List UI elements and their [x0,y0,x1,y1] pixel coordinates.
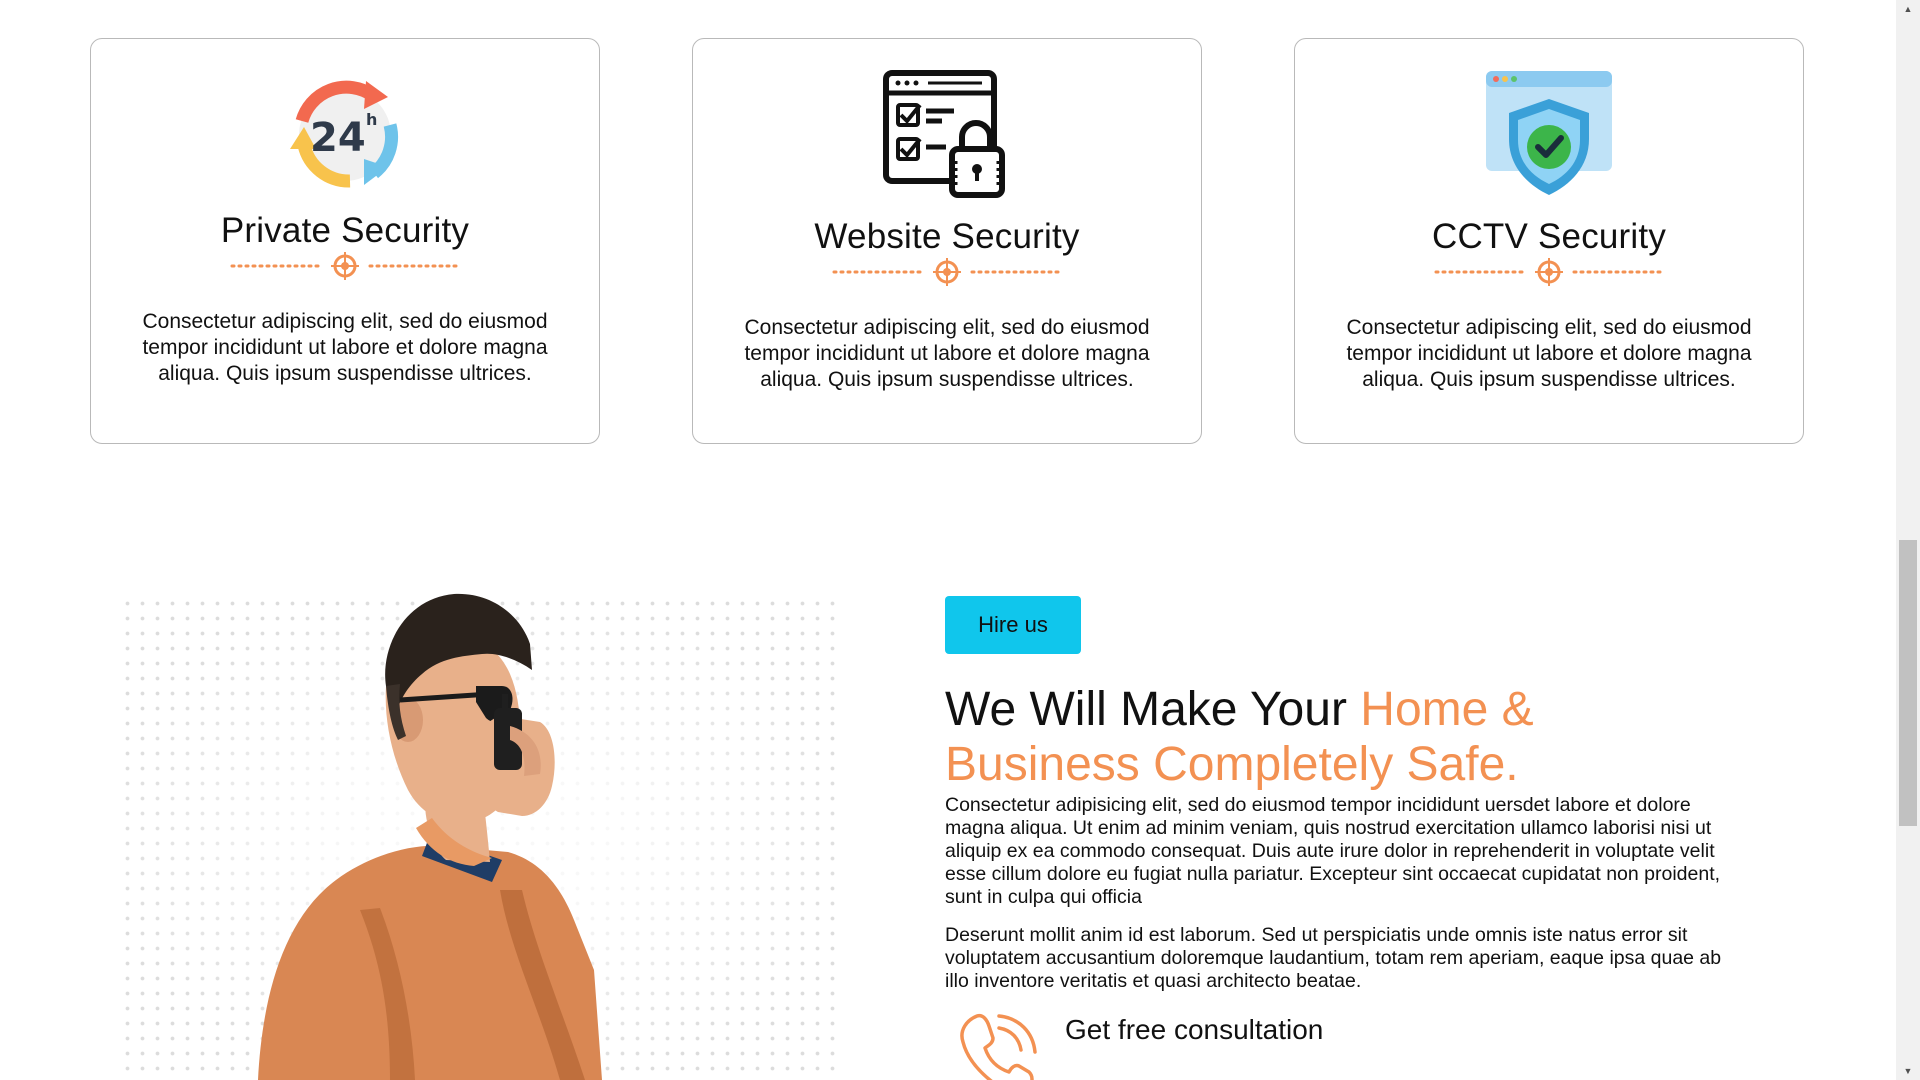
body-paragraph: Consectetur adipisicing elit, sed do eiu… [945,794,1721,908]
service-title: Website Security [814,217,1080,256]
service-description: Consectetur adipiscing elit, sed do eius… [1346,316,1752,391]
service-title: CCTV Security [1431,217,1667,256]
service-description: Consectetur adipiscing elit, sed do eius… [142,310,548,385]
svg-text:24: 24 [310,115,366,161]
service-card-website-security: Website Security Consectetur adipiscing … [692,38,1202,444]
crosshair-divider-icon [1434,258,1664,286]
body-paragraph: Deserunt mollit anim id est laborum. Sed… [945,924,1722,992]
hire-us-button[interactable]: Hire us [945,596,1081,654]
service-card-private-security: 24 h Private Security Consectetur adipis… [90,38,600,444]
section-headline: We Will Make Your Home & Business Comple… [945,682,1665,792]
scrollbar-thumb[interactable] [1899,540,1917,826]
shield-check-icon [1486,71,1612,195]
phone-icon [960,1013,1037,1080]
scroll-down-arrow-icon[interactable]: ▼ [1896,1062,1920,1080]
service-card-cctv-security: CCTV Security Consectetur adipiscing eli… [1294,38,1804,444]
crosshair-divider-icon [832,258,1062,286]
service-title: Private Security [220,211,470,250]
scroll-up-arrow-icon[interactable]: ▲ [1896,0,1920,18]
24h-clock-icon: 24 h [290,80,399,188]
security-guard-image [258,593,602,1080]
vertical-scrollbar[interactable]: ▲ ▼ [1896,0,1920,1080]
website-lock-icon [883,70,1005,198]
service-description: Consectetur adipiscing elit, sed do eius… [744,316,1150,391]
svg-text:h: h [366,110,377,129]
page: 24 h Private Security Consectetur adipis… [0,0,1896,1080]
crosshair-divider-icon [230,252,460,280]
headline-plain: We Will Make Your [945,683,1347,736]
consultation-label: Get free consultation [1065,1014,1324,1045]
